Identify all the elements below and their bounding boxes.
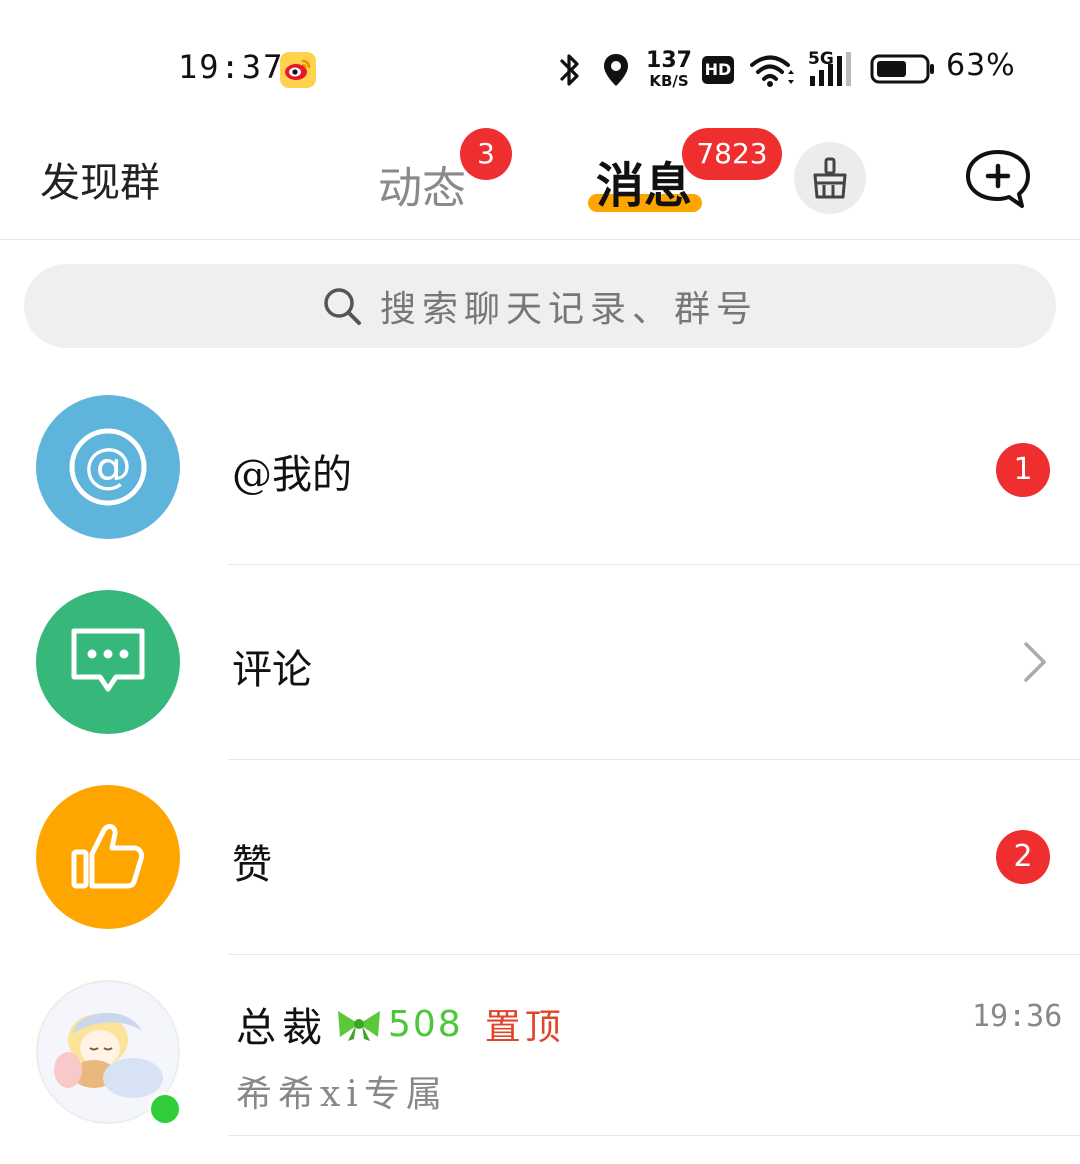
- tab-messages[interactable]: 消息: [596, 146, 692, 216]
- search-icon: [324, 288, 361, 325]
- comment-bubble-icon: [71, 628, 145, 692]
- online-status-dot: [148, 1092, 182, 1126]
- like-avatar: [36, 785, 180, 929]
- pinned-label: 置顶: [484, 1007, 565, 1048]
- feed-badge: 3: [460, 128, 512, 180]
- like-label: 赞: [232, 842, 272, 888]
- messages-badge: 7823: [682, 128, 782, 180]
- svg-text:@: @: [84, 438, 132, 494]
- hd-badge: HD: [702, 56, 734, 84]
- broom-icon: [813, 157, 847, 199]
- wifi-icon: [750, 55, 794, 87]
- battery-icon: [870, 54, 934, 84]
- add-chat-button[interactable]: [962, 144, 1034, 216]
- cellular-signal-icon: 5G: [808, 49, 851, 86]
- status-bar: 19:37 137 KB/S HD 5G 63%: [0, 0, 1080, 130]
- tab-feed[interactable]: 动态: [378, 152, 466, 216]
- list-item-comments[interactable]: 评论: [0, 565, 1080, 760]
- chat-title-row: 总裁 508 置顶: [236, 995, 565, 1053]
- comment-avatar: [36, 590, 180, 734]
- mention-label: @我的: [232, 452, 352, 498]
- add-chat-icon: [966, 150, 1030, 208]
- chevron-right-icon: [1024, 642, 1046, 682]
- network-speed-unit: KB/S: [649, 72, 689, 90]
- battery-percent: 63%: [946, 48, 1016, 83]
- top-tab-bar: 发现群 动态 3 消息 7823: [0, 128, 1080, 240]
- chat-item[interactable]: 总裁 508 置顶 19:36 希希xi专属: [0, 955, 1080, 1150]
- network-speed: 137 KB/S: [646, 50, 692, 94]
- chat-preview: 希希xi专属: [236, 1074, 448, 1115]
- at-sign-icon: @: [69, 428, 147, 506]
- chat-time: 19:36: [972, 999, 1063, 1034]
- list-item-likes[interactable]: 赞 2: [0, 760, 1080, 955]
- search-placeholder: 搜索聊天记录、群号: [379, 289, 758, 330]
- mention-unread-badge: 1: [996, 443, 1050, 497]
- like-unread-badge: 2: [996, 830, 1050, 884]
- green-bow-icon: [338, 1011, 380, 1041]
- mention-avatar: @: [36, 395, 180, 539]
- network-speed-value: 137: [646, 48, 692, 73]
- tab-discover-groups[interactable]: 发现群: [40, 150, 160, 208]
- list-item-mentions[interactable]: @ @我的 1: [0, 370, 1080, 565]
- search-bar[interactable]: 搜索聊天记录、群号: [24, 264, 1056, 348]
- location-icon: [604, 54, 628, 86]
- weibo-icon: [280, 52, 316, 88]
- thumbs-up-icon: [71, 824, 145, 889]
- chat-member-number: 508: [388, 1003, 463, 1045]
- clear-unread-button[interactable]: [794, 142, 866, 214]
- comment-label: 评论: [232, 647, 312, 693]
- bluetooth-icon: [560, 54, 579, 86]
- chat-name: 总裁: [236, 1005, 328, 1051]
- status-time: 19:37: [178, 48, 285, 86]
- divider: [228, 1135, 1080, 1136]
- battery-fill: [877, 61, 906, 77]
